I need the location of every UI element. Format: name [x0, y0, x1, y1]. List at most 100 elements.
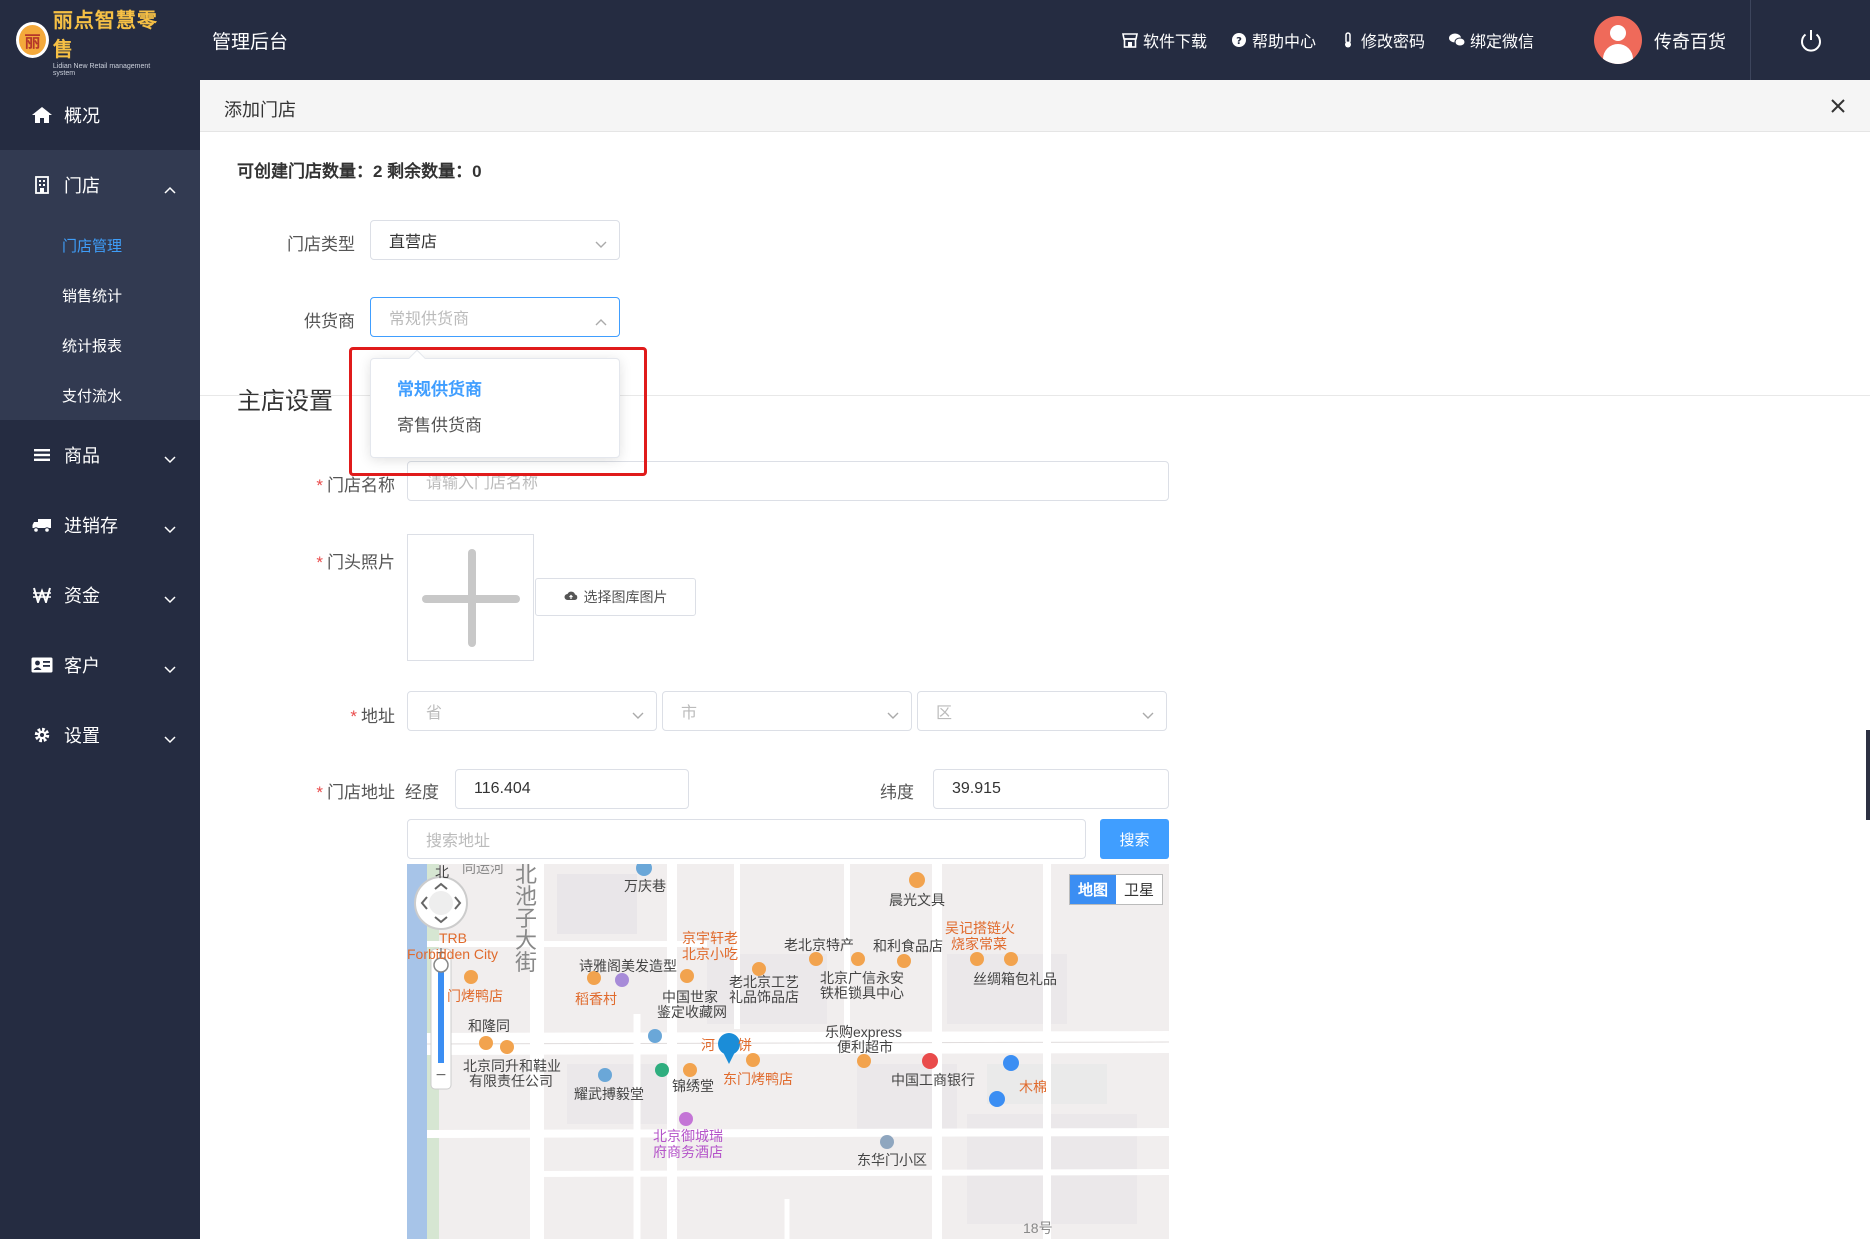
map-poi: 丝绸箱包礼品: [973, 971, 1057, 987]
sidebar-item-payment-flow[interactable]: 支付流水: [0, 370, 200, 420]
sidebar-item-store[interactable]: 门店: [0, 150, 200, 220]
photo-upload-box[interactable]: [407, 534, 534, 661]
annotation-highlight-box: [349, 347, 647, 476]
scrollbar[interactable]: [1866, 730, 1870, 820]
sidebar-item-products[interactable]: 商品: [0, 420, 200, 490]
help-center-link[interactable]: ? 帮助中心: [1231, 28, 1316, 52]
change-password-link[interactable]: 修改密码: [1340, 28, 1425, 52]
map-poi: 锦绣堂: [672, 1078, 714, 1094]
avatar[interactable]: [1594, 16, 1642, 64]
sidebar-item-label: 商品: [64, 446, 100, 466]
change-password-label: 修改密码: [1361, 34, 1426, 51]
map-type-map[interactable]: 地图: [1069, 875, 1116, 904]
map-poi: 便利超市: [837, 1039, 893, 1055]
supplier-select[interactable]: 常规供货商: [370, 297, 620, 337]
map-label-north: 北: [435, 864, 449, 880]
latitude-label: 纬度: [880, 783, 914, 802]
map-poi: 北京御城瑞: [653, 1128, 723, 1144]
sidebar-item-label: 设置: [64, 726, 100, 746]
chevron-down-icon: [595, 236, 607, 248]
won-icon: [30, 585, 54, 605]
city-select[interactable]: 市: [662, 691, 912, 731]
province-placeholder: 省: [426, 705, 443, 722]
address-search-input[interactable]: 搜索地址: [407, 819, 1086, 859]
map-poi: 晨光文具: [889, 892, 945, 908]
latitude-input[interactable]: 39.915: [933, 769, 1169, 809]
sidebar: 概况 门店 门店管理 销售统计 统计报表 支付流水 商品 进销存 资金 客户 设…: [0, 80, 200, 1239]
chevron-up-icon: [595, 313, 607, 326]
store-quota: 可创建门店数量：2 剩余数量：0: [237, 162, 482, 181]
list-icon: [30, 445, 54, 465]
panel-title: 添加门店: [224, 100, 296, 120]
store-type-value: 直营店: [389, 234, 438, 251]
map-view[interactable]: + − 北池子大街 北 同运河 万庆巷 晨光文具 吴记搭链火 烧家常菜 京宇轩老…: [407, 864, 1169, 1239]
header-divider: [1750, 0, 1751, 80]
latitude-value: 39.915: [952, 780, 1001, 797]
map-poi: Forbidden City: [407, 946, 499, 962]
map-poi: 礼品饰品店: [729, 989, 799, 1005]
map-poi: 木棉: [1019, 1079, 1047, 1095]
sidebar-item-funds[interactable]: 资金: [0, 560, 200, 630]
map-label-street: 北池子大街: [515, 864, 538, 975]
sidebar-item-overview[interactable]: 概况: [0, 80, 200, 150]
top-bar: 丽 丽点智慧零售 Lidian New Retail management sy…: [0, 0, 1870, 80]
map-poi: 铁柜锁具中心: [820, 985, 904, 1001]
sidebar-item-sales-stats[interactable]: 销售统计: [0, 270, 200, 320]
map-poi: 饼: [738, 1037, 752, 1053]
map-poi: 东华门小区: [857, 1152, 927, 1168]
bind-wechat-label: 绑定微信: [1470, 34, 1535, 51]
map-poi: 东门烤鸭店: [723, 1071, 793, 1087]
software-download-link[interactable]: 软件下载: [1122, 28, 1207, 52]
cloud-upload-icon: [564, 589, 578, 605]
chevron-down-icon: [164, 448, 176, 464]
panel-header: 添加门店: [200, 80, 1870, 132]
truck-icon: [30, 515, 54, 535]
store-icon: [1122, 32, 1138, 48]
map-poi: 府商务酒店: [653, 1144, 723, 1160]
province-select[interactable]: 省: [407, 691, 657, 731]
map-poi: 门烤鸭店: [447, 988, 503, 1004]
supplier-label: 供货商: [304, 312, 355, 331]
chat-bubbles-icon: [1449, 32, 1466, 48]
sidebar-item-label: 资金: [64, 586, 100, 606]
sidebar-item-label: 客户: [64, 656, 100, 676]
logo-subtitle: Lidian New Retail management system: [52, 62, 151, 77]
sidebar-item-inventory[interactable]: 进销存: [0, 490, 200, 560]
map-poi: TRB: [439, 930, 467, 946]
sidebar-item-customers[interactable]: 客户: [0, 630, 200, 700]
header-links: 软件下载 ? 帮助中心 修改密码 绑定微信: [1122, 28, 1534, 52]
map-poi: 万庆巷: [624, 878, 666, 894]
map-poi: 吴记搭链火: [945, 920, 1015, 936]
map-poi: 耀武搏毅堂: [574, 1086, 644, 1102]
sidebar-item-stats-report[interactable]: 统计报表: [0, 320, 200, 370]
sidebar-item-label: 概况: [64, 106, 100, 126]
photo-label: * 门头照片: [316, 553, 395, 572]
longitude-input[interactable]: 116.404: [455, 769, 689, 809]
home-icon: [30, 105, 54, 125]
help-circle-icon: ?: [1231, 32, 1247, 48]
sidebar-item-settings[interactable]: 设置: [0, 700, 200, 770]
map-poi: 有限责任公司: [469, 1073, 553, 1089]
store-address-label: * 门店地址: [316, 783, 395, 802]
close-icon[interactable]: [1828, 96, 1848, 116]
longitude-value: 116.404: [474, 780, 531, 797]
svg-text:?: ?: [1236, 36, 1242, 47]
logo-text: 丽点智慧零售: [52, 9, 158, 61]
power-icon[interactable]: [1798, 28, 1824, 54]
gear-icon: [30, 725, 54, 745]
building-icon: [30, 175, 54, 195]
store-submenu: 门店管理 销售统计 统计报表 支付流水: [0, 220, 200, 420]
pick-image-label: 选择图库图片: [583, 589, 668, 605]
logo[interactable]: 丽 丽点智慧零售 Lidian New Retail management sy…: [16, 10, 166, 77]
map-type-satellite[interactable]: 卫星: [1116, 875, 1162, 904]
chevron-down-icon: [164, 588, 176, 604]
sidebar-item-store-management[interactable]: 门店管理: [0, 220, 200, 270]
bind-wechat-link[interactable]: 绑定微信: [1449, 28, 1534, 52]
map-poi: 稻香村: [575, 991, 617, 1007]
user-name[interactable]: 传奇百货: [1654, 28, 1726, 54]
search-button[interactable]: 搜索: [1100, 819, 1169, 859]
chevron-down-icon: [1142, 707, 1154, 719]
pick-image-button[interactable]: 选择图库图片: [535, 578, 696, 616]
store-type-select[interactable]: 直营店: [370, 220, 620, 260]
district-select[interactable]: 区: [917, 691, 1167, 731]
